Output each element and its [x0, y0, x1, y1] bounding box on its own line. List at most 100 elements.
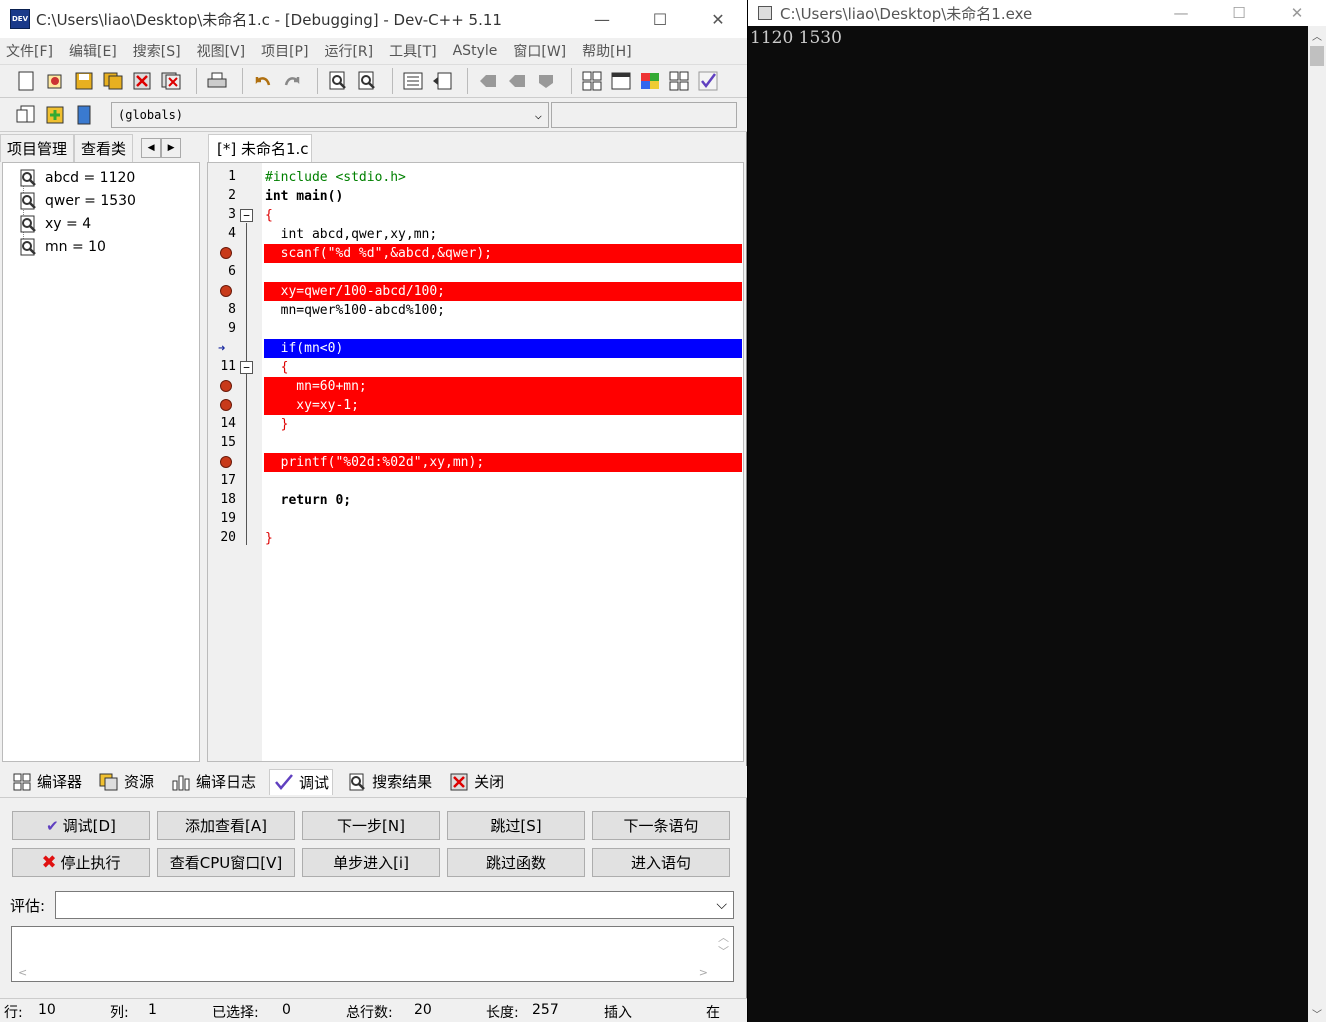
menu-view[interactable]: 视图[V] — [197, 41, 246, 61]
code-line-breakpoint: xy=xy-1; — [208, 396, 743, 415]
console-minimize-button[interactable]: — — [1152, 0, 1210, 26]
scroll-thumb[interactable] — [1310, 46, 1324, 66]
watch-item[interactable]: qwer = 1530 — [19, 190, 136, 212]
indent-icon[interactable] — [401, 69, 425, 93]
menu-edit[interactable]: 编辑[E] — [69, 41, 117, 61]
console-close-button[interactable]: ✕ — [1268, 0, 1326, 26]
stop-execution-button[interactable]: ✖ 停止执行 — [12, 848, 150, 877]
fold-collapse-icon[interactable]: − — [240, 209, 253, 222]
function-select[interactable] — [551, 101, 737, 128]
tab-scroll-left-icon[interactable]: ◀ — [141, 138, 162, 158]
tab-classes[interactable]: 查看类 — [74, 134, 134, 162]
breakpoint-icon[interactable] — [220, 399, 232, 411]
skip-function-button[interactable]: 跳过函数 — [447, 848, 585, 877]
tab-resources[interactable]: 资源 — [95, 769, 157, 794]
code-text: return 0; — [265, 493, 352, 508]
code-line: 17 — [208, 472, 743, 491]
open-file-icon[interactable] — [43, 69, 67, 93]
save-all-icon[interactable] — [101, 69, 125, 93]
menu-astyle[interactable]: AStyle — [453, 43, 498, 59]
horizontal-scroll-arrows[interactable]: < > — [18, 966, 708, 979]
new-project-icon[interactable] — [580, 69, 604, 93]
bookmark-icon[interactable] — [72, 103, 96, 127]
debug-button[interactable]: ✔ 调试[D] — [12, 811, 150, 840]
close-all-icon[interactable] — [159, 69, 183, 93]
replace-icon[interactable] — [355, 69, 379, 93]
menu-run[interactable]: 运行[R] — [324, 41, 373, 61]
checkmark-icon: ✔ — [46, 816, 59, 835]
tab-compile-log[interactable]: 编译日志 — [167, 769, 259, 794]
evaluate-output[interactable]: ︿ ﹀ < > — [11, 926, 734, 982]
code-editor[interactable]: 1 #include <stdio.h> 2 int main() 3 − { … — [207, 162, 744, 762]
close-file-icon[interactable] — [130, 69, 154, 93]
step-into-button[interactable]: 单步进入[i] — [302, 848, 440, 877]
console-scrollbar[interactable]: ︿ ﹀ — [1308, 26, 1326, 1022]
code-line: 2 int main() — [208, 187, 743, 206]
into-statement-button[interactable]: 进入语句 — [592, 848, 730, 877]
tab-scroll-right-icon[interactable]: ▶ — [161, 138, 182, 158]
menu-help[interactable]: 帮助[H] — [582, 41, 631, 61]
print-icon[interactable] — [205, 69, 229, 93]
minimize-button[interactable]: — — [573, 0, 631, 38]
maximize-button[interactable]: ☐ — [631, 0, 689, 38]
chevron-down-icon[interactable]: ⌵ — [716, 897, 727, 913]
bookmark-next-icon[interactable] — [505, 69, 529, 93]
menu-file[interactable]: 文件[F] — [6, 41, 53, 61]
bookmark-prev-icon[interactable] — [476, 69, 500, 93]
tab-debug[interactable]: 调试 — [269, 768, 334, 795]
toggle-comment-icon[interactable] — [534, 69, 558, 93]
window-icon[interactable] — [609, 69, 633, 93]
check-icon[interactable] — [696, 69, 720, 93]
close-button[interactable]: ✕ — [689, 0, 747, 38]
save-icon[interactable] — [72, 69, 96, 93]
tab-search-results[interactable]: 搜索结果 — [343, 769, 435, 794]
code-line: 8 mn=qwer%100-abcd%100; — [208, 301, 743, 320]
goto-icon[interactable] — [14, 103, 38, 127]
undo-icon[interactable] — [251, 69, 275, 93]
toolbar-separator — [196, 68, 197, 94]
skip-button[interactable]: 跳过[S] — [447, 811, 585, 840]
watch-item[interactable]: xy = 4 — [19, 213, 91, 235]
scroll-up-icon[interactable]: ︿ — [1308, 26, 1326, 44]
find-icon[interactable] — [326, 69, 350, 93]
evaluate-input[interactable]: ⌵ — [55, 891, 734, 919]
toolbar-separator — [392, 68, 393, 94]
insert-icon[interactable] — [43, 103, 67, 127]
tile-icon[interactable] — [667, 69, 691, 93]
scroll-down-icon[interactable]: ﹀ — [1308, 1004, 1326, 1022]
breakpoint-icon[interactable] — [220, 380, 232, 392]
code-line-breakpoint: printf("%02d:%02d",xy,mn); — [208, 453, 743, 472]
breakpoint-icon[interactable] — [220, 247, 232, 259]
editor-file-tab[interactable]: [*] 未命名1.c — [208, 134, 312, 162]
tab-close[interactable]: 关闭 — [445, 769, 507, 794]
view-cpu-window-button[interactable]: 查看CPU窗口[V] — [157, 848, 295, 877]
scroll-arrows-icon[interactable]: ︿ ﹀ — [718, 931, 729, 959]
next-step-button[interactable]: 下一步[N] — [302, 811, 440, 840]
fold-collapse-icon[interactable]: − — [240, 361, 253, 374]
tab-compiler[interactable]: 编译器 — [8, 769, 85, 794]
tab-project[interactable]: 项目管理 — [0, 134, 75, 162]
new-file-icon[interactable] — [14, 69, 38, 93]
color-grid-icon[interactable] — [638, 69, 662, 93]
breakpoint-icon[interactable] — [220, 456, 232, 468]
menu-project[interactable]: 项目[P] — [261, 41, 308, 61]
code-text: } — [265, 531, 273, 546]
redo-icon[interactable] — [280, 69, 304, 93]
status-col-label: 列: — [110, 1005, 129, 1021]
console-maximize-button[interactable]: ☐ — [1210, 0, 1268, 26]
menu-window[interactable]: 窗口[W] — [513, 41, 566, 61]
add-watch-button[interactable]: 添加查看[A] — [157, 811, 295, 840]
next-statement-button[interactable]: 下一条语句 — [592, 811, 730, 840]
title-bar: DEV C:\Users\liao\Desktop\未命名1.c - [Debu… — [0, 0, 747, 38]
watch-item[interactable]: mn = 10 — [19, 236, 106, 258]
watch-item[interactable]: abcd = 1120 — [19, 167, 135, 189]
window-title: C:\Users\liao\Desktop\未命名1.c - [Debuggin… — [36, 10, 502, 29]
menu-search[interactable]: 搜索[S] — [133, 41, 181, 61]
menu-tools[interactable]: 工具[T] — [389, 41, 436, 61]
scope-select[interactable]: (globals) ⌵ — [111, 101, 549, 128]
code-text: mn=qwer%100-abcd%100; — [265, 303, 446, 318]
unindent-icon[interactable] — [430, 69, 454, 93]
breakpoint-icon[interactable] — [220, 285, 232, 297]
line-number: 2 — [228, 188, 236, 203]
status-lines-label: 总行数: — [346, 1005, 393, 1021]
